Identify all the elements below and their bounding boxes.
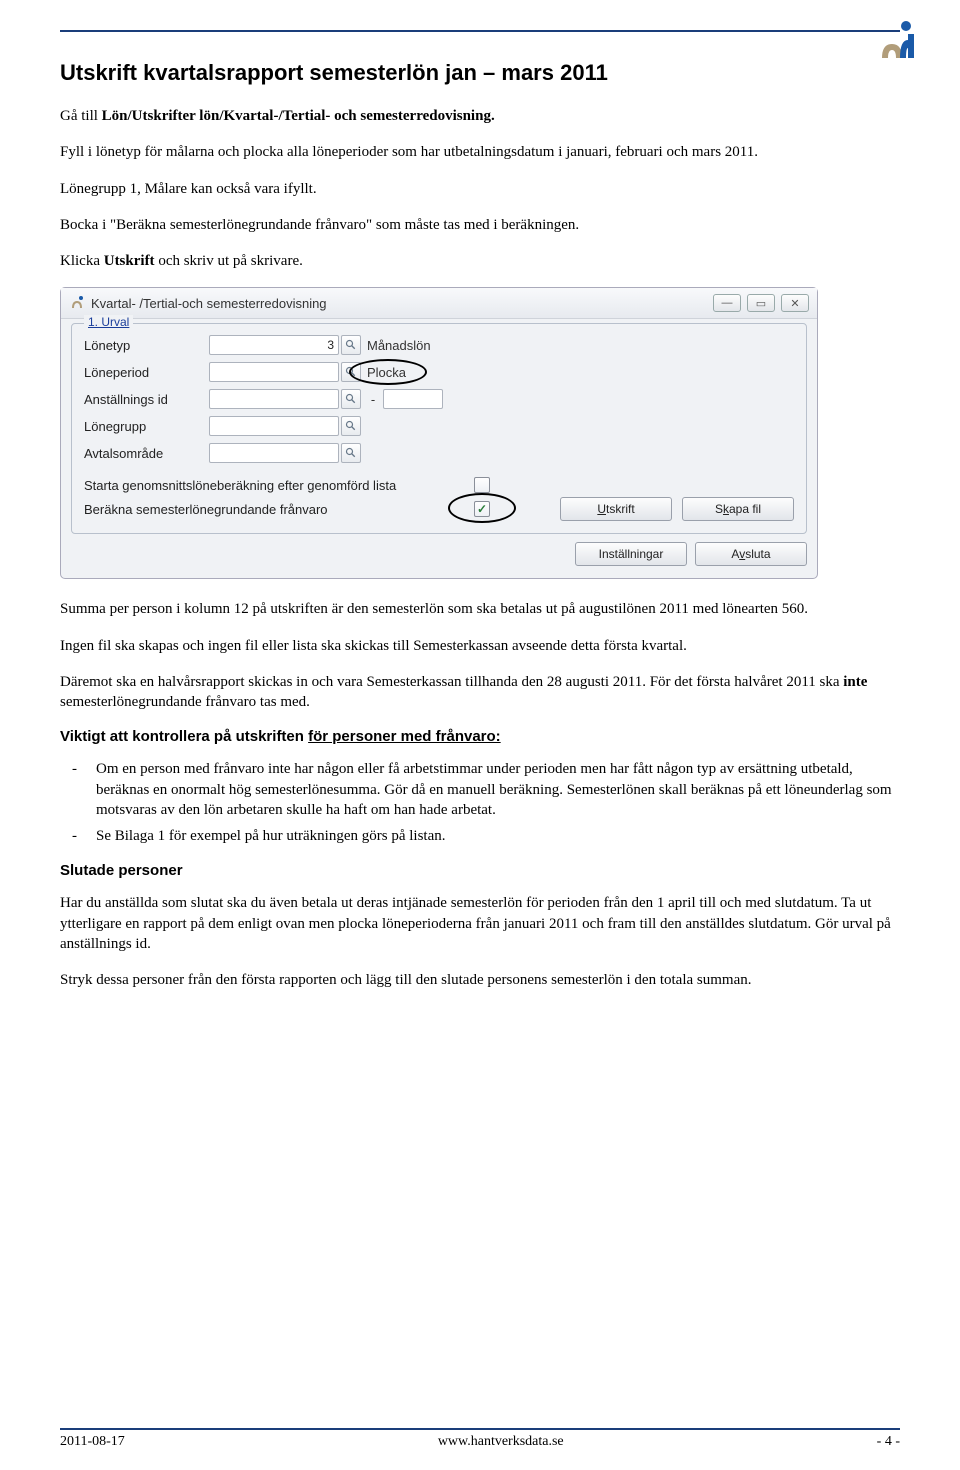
- paragraph: Summa per person i kolumn 12 på utskrift…: [60, 599, 900, 619]
- lookup-button[interactable]: [341, 335, 361, 355]
- fieldset-legend: 1. Urval: [84, 315, 133, 329]
- input-anstallnings-from[interactable]: [209, 389, 339, 409]
- page-title: Utskrift kvartalsrapport semesterlön jan…: [60, 60, 900, 86]
- bullet-list: Om en person med frånvaro inte har någon…: [60, 759, 900, 846]
- footer-page: - 4 -: [877, 1434, 900, 1450]
- label-avtalsomrade: Avtalsområde: [84, 446, 209, 461]
- list-item: Om en person med frånvaro inte har någon…: [96, 759, 900, 820]
- loneperiod-display: Plocka: [367, 365, 406, 380]
- skapa-fil-button[interactable]: Skapa fil: [682, 497, 794, 521]
- window-titlebar: Kvartal- /Tertial-och semesterredovisnin…: [61, 288, 817, 319]
- avsluta-button[interactable]: Avsluta: [695, 542, 807, 566]
- check-label-starta: Starta genomsnittslöneberäkning efter ge…: [84, 478, 474, 493]
- checkbox-starta[interactable]: [474, 477, 490, 493]
- label-lonetyp: Lönetyp: [84, 338, 209, 353]
- input-loneperiod[interactable]: [209, 362, 339, 382]
- paragraph: Stryk dessa personer från den första rap…: [60, 970, 900, 990]
- label-anstallningsid: Anställnings id: [84, 392, 209, 407]
- paragraph: Gå till Lön/Utskrifter lön/Kvartal-/Tert…: [60, 106, 900, 126]
- subheading-slutade: Slutade personer: [60, 862, 900, 879]
- lonetyp-display: Månadslön: [367, 338, 431, 353]
- lookup-button[interactable]: [341, 443, 361, 463]
- label-lonegrupp: Lönegrupp: [84, 419, 209, 434]
- paragraph: Lönegrupp 1, Målare kan också vara ifyll…: [60, 179, 900, 199]
- lookup-button[interactable]: [341, 389, 361, 409]
- subheading-viktigt: Viktigt att kontrollera på utskriften fö…: [60, 728, 900, 745]
- utskrift-button[interactable]: Utskrift: [560, 497, 672, 521]
- paragraph: Bocka i "Beräkna semesterlönegrundande f…: [60, 215, 900, 235]
- dialog-window: Kvartal- /Tertial-och semesterredovisnin…: [60, 287, 818, 579]
- lookup-button[interactable]: [341, 362, 361, 382]
- check-label-berakna: Beräkna semesterlönegrundande frånvaro: [84, 502, 474, 517]
- urval-fieldset: 1. Urval Lönetyp 3 Månadslön Löneperiod: [71, 323, 807, 534]
- header-divider: [60, 30, 900, 32]
- installningar-button[interactable]: Inställningar: [575, 542, 687, 566]
- input-lonetyp[interactable]: 3: [209, 335, 339, 355]
- range-separator: -: [367, 392, 379, 407]
- label-loneperiod: Löneperiod: [84, 365, 209, 380]
- footer-divider: [60, 1428, 900, 1430]
- paragraph: Fyll i lönetyp för målarna och plocka al…: [60, 142, 900, 162]
- input-avtalsomrade[interactable]: [209, 443, 339, 463]
- paragraph: Har du anställda som slutat ska du även …: [60, 893, 900, 954]
- maximize-button[interactable]: ▭: [747, 294, 775, 312]
- app-icon: [71, 295, 85, 312]
- lookup-button[interactable]: [341, 416, 361, 436]
- checkbox-berakna[interactable]: [474, 501, 490, 517]
- footer-url: www.hantverksdata.se: [438, 1434, 564, 1450]
- paragraph: Ingen fil ska skapas och ingen fil eller…: [60, 636, 900, 656]
- dialog-screenshot: Kvartal- /Tertial-och semesterredovisnin…: [60, 287, 900, 579]
- list-item: Se Bilaga 1 för exempel på hur uträkning…: [96, 826, 900, 846]
- minimize-button[interactable]: —: [713, 294, 741, 312]
- input-lonegrupp[interactable]: [209, 416, 339, 436]
- window-title: Kvartal- /Tertial-och semesterredovisnin…: [91, 296, 327, 311]
- page-footer: 2011-08-17 www.hantverksdata.se - 4 -: [60, 1428, 900, 1450]
- paragraph: Klicka Utskrift och skriv ut på skrivare…: [60, 251, 900, 271]
- logo-icon: [878, 20, 916, 67]
- paragraph: Däremot ska en halvårsrapport skickas in…: [60, 672, 900, 713]
- footer-date: 2011-08-17: [60, 1434, 125, 1450]
- close-button[interactable]: ✕: [781, 294, 809, 312]
- input-anstallnings-to[interactable]: [383, 389, 443, 409]
